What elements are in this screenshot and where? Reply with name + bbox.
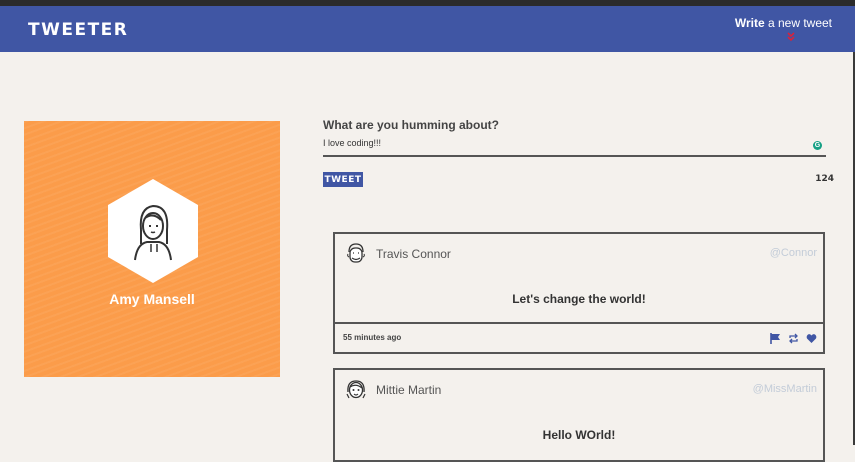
- tweet-card: Travis Connor @Connor Let's change the w…: [333, 232, 825, 354]
- new-tweet-label: a new tweet: [764, 16, 832, 30]
- brand-logo[interactable]: TWEETER: [28, 20, 128, 40]
- tweet-header: Mittie Martin @MissMartin: [335, 370, 823, 412]
- profile-card: Amy Mansell: [24, 121, 280, 377]
- profile-name: Amy Mansell: [109, 291, 195, 307]
- flag-icon[interactable]: [770, 331, 781, 344]
- user-avatar-icon: [347, 243, 365, 263]
- tweet-timestamp: 55 minutes ago: [343, 333, 402, 342]
- retweet-icon[interactable]: [788, 331, 799, 344]
- tweet-button[interactable]: TWEET: [323, 172, 363, 187]
- top-nav: TWEETER Write a new tweet: [0, 6, 855, 52]
- tweet-header: Travis Connor @Connor: [335, 234, 823, 276]
- composer-prompt: What are you humming about?: [323, 118, 499, 132]
- input-underline: [323, 155, 826, 157]
- write-tweet-link[interactable]: Write a new tweet: [735, 16, 832, 30]
- user-avatar-icon: [346, 380, 366, 399]
- avatar-icon: [134, 204, 172, 261]
- tweet-actions: [770, 331, 817, 344]
- tweet-author-handle[interactable]: @MissMartin: [753, 383, 817, 395]
- char-counter: 124: [815, 174, 834, 184]
- tweet-input[interactable]: [323, 133, 825, 153]
- tweet-author-name[interactable]: Mittie Martin: [376, 383, 441, 397]
- tweet-author-handle[interactable]: @Connor: [770, 247, 817, 259]
- tweet-footer: 55 minutes ago: [335, 322, 823, 352]
- heart-icon[interactable]: [806, 331, 817, 343]
- tweet-card: Mittie Martin @MissMartin Hello WOrld!: [333, 368, 825, 462]
- tweet-content: Hello WOrld!: [542, 428, 616, 442]
- chevron-down-icon[interactable]: [787, 32, 795, 42]
- write-label: Write: [734, 16, 765, 30]
- grammar-icon[interactable]: G: [813, 141, 822, 150]
- tweet-author-name[interactable]: Travis Connor: [376, 247, 451, 261]
- tweet-content: Let's change the world!: [512, 292, 646, 306]
- profile-avatar-hexagon: [108, 179, 198, 283]
